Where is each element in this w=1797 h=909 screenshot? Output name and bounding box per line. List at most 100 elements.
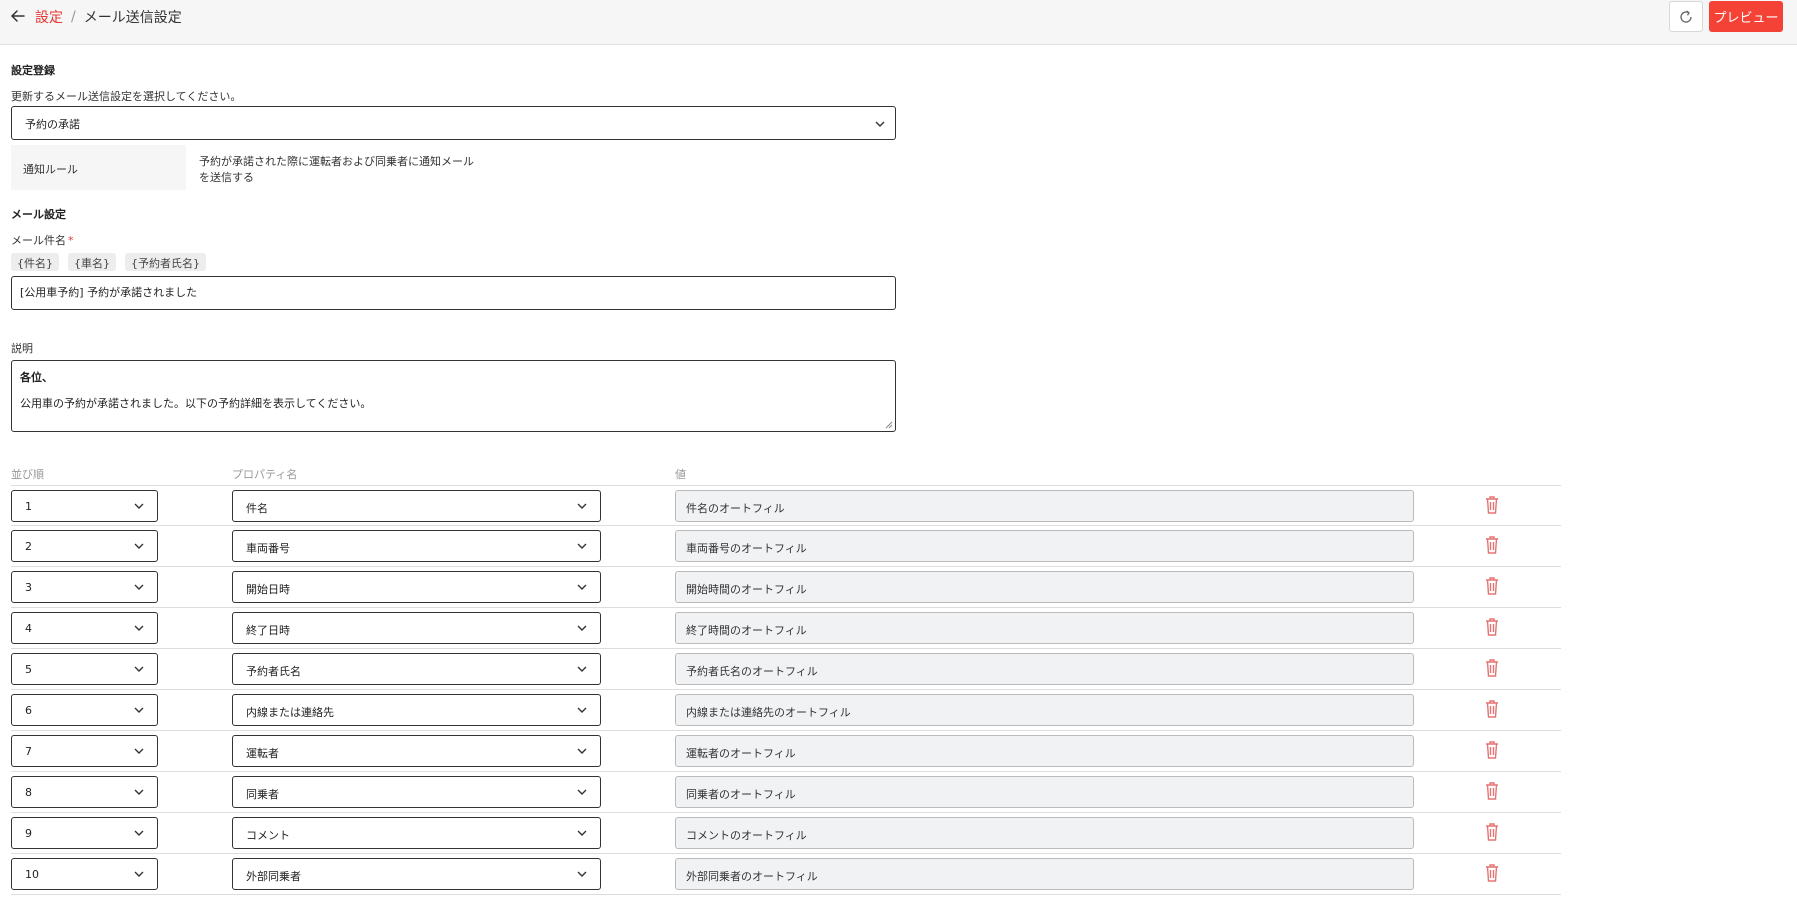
page-title: メール送信設定 — [83, 10, 182, 26]
chevron-down-icon — [577, 789, 587, 795]
order-select[interactable]: 6 — [11, 694, 158, 726]
value-text: コメントのオートフィル — [686, 829, 807, 842]
order-value: 6 — [25, 704, 32, 717]
property-value: 車両番号 — [246, 542, 290, 555]
chevron-down-icon — [134, 503, 144, 509]
placeholder-chip-car-name[interactable]: {車名} — [68, 253, 116, 271]
breadcrumb-link-settings[interactable]: 設定 — [35, 7, 63, 27]
placeholder-chips: {件名} {車名} {予約者氏名} — [11, 253, 206, 271]
value-field[interactable]: 件名のオートフィル — [675, 490, 1414, 522]
property-value: 同乗者 — [246, 788, 279, 801]
property-value: 運転者 — [246, 747, 279, 760]
chevron-down-icon — [134, 584, 144, 590]
trash-icon[interactable] — [1484, 535, 1500, 555]
property-select[interactable]: 車両番号 — [232, 530, 601, 562]
trash-icon[interactable] — [1484, 822, 1500, 842]
chevron-down-icon — [134, 871, 144, 877]
required-mark: * — [68, 234, 74, 247]
description-line-2: 公用車の予約が承諾されました。以下の予約詳細を表示してください。 — [20, 397, 372, 410]
value-field[interactable]: 外部同乗者のオートフィル — [675, 858, 1414, 890]
value-field[interactable]: コメントのオートフィル — [675, 817, 1414, 849]
table-row: 2 車両番号 車両番号のオートフィル — [11, 526, 1561, 567]
order-select[interactable]: 2 — [11, 530, 158, 562]
trash-icon[interactable] — [1484, 617, 1500, 637]
order-select[interactable]: 8 — [11, 776, 158, 808]
top-bar: 設定 / メール送信設定 プレビュー — [0, 0, 1797, 45]
trash-icon[interactable] — [1484, 863, 1500, 883]
order-select[interactable]: 1 — [11, 490, 158, 522]
column-header-order: 並び順 — [11, 468, 44, 481]
mail-setting-select-value: 予約の承諾 — [25, 118, 80, 131]
value-text: 車両番号のオートフィル — [686, 542, 807, 555]
value-field[interactable]: 開始時間のオートフィル — [675, 571, 1414, 603]
chevron-down-icon — [134, 748, 144, 754]
trash-icon[interactable] — [1484, 658, 1500, 678]
mail-setting-select[interactable]: 予約の承諾 — [11, 106, 896, 140]
resize-handle-icon[interactable] — [885, 421, 893, 429]
order-value: 4 — [25, 622, 32, 635]
value-field[interactable]: 終了時間のオートフィル — [675, 612, 1414, 644]
value-field[interactable]: 同乗者のオートフィル — [675, 776, 1414, 808]
value-field[interactable]: 車両番号のオートフィル — [675, 530, 1414, 562]
breadcrumb: 設定 / メール送信設定 — [35, 7, 182, 27]
order-value: 3 — [25, 581, 32, 594]
placeholder-chip-booker-name[interactable]: {予約者氏名} — [125, 253, 206, 271]
order-value: 7 — [25, 745, 32, 758]
chevron-down-icon — [577, 748, 587, 754]
table-row: 6 内線または連絡先 内線または連絡先のオートフィル — [11, 690, 1561, 731]
table-row: 5 予約者氏名 予約者氏名のオートフィル — [11, 649, 1561, 690]
trash-icon[interactable] — [1484, 740, 1500, 760]
refresh-button[interactable] — [1669, 1, 1703, 32]
order-value: 2 — [25, 540, 32, 553]
property-select[interactable]: 終了日時 — [232, 612, 601, 644]
trash-icon[interactable] — [1484, 495, 1500, 515]
property-select[interactable]: コメント — [232, 817, 601, 849]
arrow-left-icon[interactable] — [8, 6, 28, 26]
trash-icon[interactable] — [1484, 781, 1500, 801]
value-text: 同乗者のオートフィル — [686, 788, 796, 801]
table-row: 9 コメント コメントのオートフィル — [11, 813, 1561, 854]
value-text: 外部同乗者のオートフィル — [686, 870, 818, 883]
chevron-down-icon — [134, 707, 144, 713]
property-value: 予約者氏名 — [246, 665, 301, 678]
order-value: 10 — [25, 868, 39, 881]
order-select[interactable]: 10 — [11, 858, 158, 890]
order-select[interactable]: 5 — [11, 653, 158, 685]
subject-label-text: メール件名 — [11, 234, 66, 247]
trash-icon[interactable] — [1484, 576, 1500, 596]
column-header-property: プロパティ名 — [232, 468, 298, 481]
table-row: 10 外部同乗者 外部同乗者のオートフィル — [11, 854, 1561, 895]
property-value: 終了日時 — [246, 624, 290, 637]
order-select[interactable]: 7 — [11, 735, 158, 767]
preview-button[interactable]: プレビュー — [1709, 1, 1783, 32]
property-value: 開始日時 — [246, 583, 290, 596]
value-text: 開始時間のオートフィル — [686, 583, 807, 596]
description-textarea[interactable]: 各位、 公用車の予約が承諾されました。以下の予約詳細を表示してください。 — [11, 360, 896, 432]
order-select[interactable]: 4 — [11, 612, 158, 644]
trash-icon[interactable] — [1484, 699, 1500, 719]
chevron-down-icon — [134, 789, 144, 795]
description-label: 説明 — [11, 342, 33, 355]
table-row: 3 開始日時 開始時間のオートフィル — [11, 567, 1561, 608]
property-select[interactable]: 内線または連絡先 — [232, 694, 601, 726]
value-field[interactable]: 内線または連絡先のオートフィル — [675, 694, 1414, 726]
property-select[interactable]: 予約者氏名 — [232, 653, 601, 685]
order-select[interactable]: 9 — [11, 817, 158, 849]
value-field[interactable]: 予約者氏名のオートフィル — [675, 653, 1414, 685]
property-select[interactable]: 件名 — [232, 490, 601, 522]
table-row: 8 同乗者 同乗者のオートフィル — [11, 772, 1561, 813]
property-select[interactable]: 外部同乗者 — [232, 858, 601, 890]
value-text: 件名のオートフィル — [686, 502, 785, 515]
placeholder-chip-subject[interactable]: {件名} — [11, 253, 59, 271]
chevron-down-icon — [577, 830, 587, 836]
subject-input[interactable]: [公用車予約] 予約が承諾されました — [11, 276, 896, 310]
property-select[interactable]: 同乗者 — [232, 776, 601, 808]
chevron-down-icon — [577, 584, 587, 590]
order-value: 5 — [25, 663, 32, 676]
chevron-down-icon — [134, 625, 144, 631]
order-select[interactable]: 3 — [11, 571, 158, 603]
property-select[interactable]: 運転者 — [232, 735, 601, 767]
value-field[interactable]: 運転者のオートフィル — [675, 735, 1414, 767]
table-row: 4 終了日時 終了時間のオートフィル — [11, 608, 1561, 649]
property-select[interactable]: 開始日時 — [232, 571, 601, 603]
